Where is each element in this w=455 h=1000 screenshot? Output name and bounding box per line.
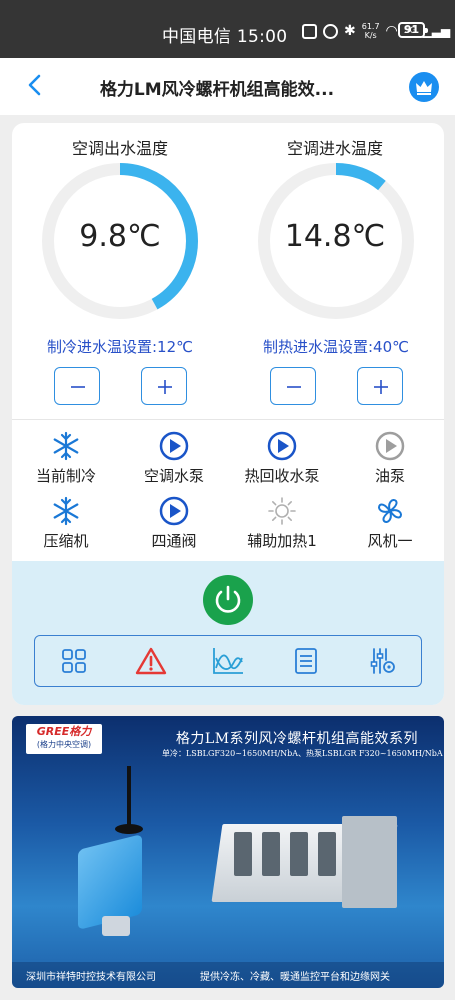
chiller-fan-image xyxy=(262,832,280,876)
banner-subtitle: 单冷：LSBLGF320~1650MH/NbA、热泵LSBLGR F320~16… xyxy=(162,749,443,758)
settings-sliders-icon xyxy=(370,648,395,674)
chevron-left-icon xyxy=(28,74,41,96)
control-panel xyxy=(12,561,444,705)
plus-icon xyxy=(158,380,172,394)
snowflake-icon xyxy=(53,431,79,461)
brand-subtitle: (格力中央空调) xyxy=(36,740,92,749)
nfc-icon xyxy=(302,23,317,39)
page-title: 格力LM风冷螺杆机组高能效... xyxy=(99,80,335,100)
net-speed-value: 61.7 xyxy=(361,22,380,31)
app-header: 格力LM风冷螺杆机组高能效... xyxy=(0,58,455,115)
status-fan-1: 风机一 xyxy=(340,496,440,551)
outlet-temp-title: 空调出水温度 xyxy=(71,139,168,158)
status-bar: 中国电信 15:00 ✱ 61.7 K/s ◠ 5G ▁▃▅ 91 xyxy=(0,0,455,58)
status-compressor: 压缩机 xyxy=(16,496,116,551)
alarm-clock-icon xyxy=(323,23,338,39)
status-oil-pump: 油泵 xyxy=(340,431,440,486)
battery-level: 91 xyxy=(403,23,420,36)
status-label: 热回收水泵 xyxy=(244,467,320,485)
banner-company: 深圳市祥特时控技术有限公司 xyxy=(26,972,156,983)
heating-increase-button[interactable] xyxy=(357,367,403,405)
carrier-time: 中国电信 15:00 xyxy=(162,27,288,47)
wifi-icon: ◠ xyxy=(385,23,398,39)
minus-icon xyxy=(287,386,301,388)
sun-icon xyxy=(268,497,296,525)
play-icon xyxy=(159,431,189,461)
alarm-button[interactable] xyxy=(135,646,167,676)
cooling-setpoint-label: 制冷进水温设置:12℃ xyxy=(47,338,193,356)
status-label: 当前制冷 xyxy=(35,467,96,485)
divider xyxy=(12,419,444,420)
status-ac-pump: 空调水泵 xyxy=(124,431,224,486)
heating-decrease-button[interactable] xyxy=(270,367,316,405)
parameters-button[interactable] xyxy=(367,646,397,676)
status-cooling: 当前制冷 xyxy=(16,431,116,486)
alarm-icon xyxy=(135,647,167,675)
cooling-decrease-button[interactable] xyxy=(54,367,100,405)
net-speed-unit: K/s xyxy=(364,31,377,40)
chiller-fan-image xyxy=(234,832,252,876)
status-heat-recovery-pump: 热回收水泵 xyxy=(232,431,332,486)
plus-icon xyxy=(374,380,388,394)
heating-setpoint-label: 制热进水温设置:40℃ xyxy=(263,338,409,356)
antenna-base-image xyxy=(115,824,143,834)
back-button[interactable] xyxy=(20,70,50,100)
play-icon xyxy=(159,496,189,526)
play-icon xyxy=(375,431,405,461)
overview-button[interactable] xyxy=(59,646,89,676)
chart-icon xyxy=(213,648,243,674)
toolbar xyxy=(34,635,422,687)
status-label: 空调水泵 xyxy=(143,467,204,485)
gree-logo: GREE格力 (格力中央空调) xyxy=(26,724,102,754)
minus-icon xyxy=(71,386,85,388)
play-icon xyxy=(267,431,297,461)
status-label: 风机一 xyxy=(367,532,413,550)
snowflake-icon xyxy=(53,496,79,526)
outlet-temp-value: 9.8℃ xyxy=(79,219,161,254)
power-icon xyxy=(215,585,241,613)
inlet-temp-title: 空调进水温度 xyxy=(286,139,383,158)
banner-slogan: 提供冷冻、冷藏、暖通监控平台和边缘网关 xyxy=(200,972,390,983)
power-button[interactable] xyxy=(203,575,253,625)
crown-icon xyxy=(416,81,432,95)
chiller-fan-image xyxy=(290,832,308,876)
trend-button[interactable] xyxy=(211,646,243,676)
network-speed: 61.7 K/s xyxy=(362,22,380,40)
list-icon xyxy=(295,648,317,674)
product-banner[interactable]: GREE格力 (格力中央空调) 格力LM系列风冷螺杆机组高能效系列 单冷：LSB… xyxy=(12,716,444,988)
bluetooth-icon: ✱ xyxy=(344,23,356,39)
brand-name: GREE格力 xyxy=(36,725,92,738)
device-card: 空调出水温度 9.8℃ 空调进水温度 14.8℃ 制冷进水温设置:12℃ 制热进… xyxy=(12,123,444,705)
fan-icon xyxy=(378,499,402,523)
status-aux-heater: 辅助加热1 xyxy=(232,496,332,551)
status-four-way-valve: 四通阀 xyxy=(124,496,224,551)
status-label: 油泵 xyxy=(374,467,405,485)
status-label: 四通阀 xyxy=(151,532,197,550)
banner-title: 格力LM系列风冷螺杆机组高能效系列 xyxy=(175,731,419,747)
battery-icon: 91 xyxy=(398,22,428,38)
antenna-image xyxy=(127,766,131,828)
status-label: 辅助加热1 xyxy=(247,532,317,550)
vip-button[interactable] xyxy=(409,72,439,102)
gateway-port-image xyxy=(102,916,130,936)
chiller-cabinet-image xyxy=(342,816,397,908)
chiller-fan-image xyxy=(318,832,336,876)
cooling-increase-button[interactable] xyxy=(141,367,187,405)
records-button[interactable] xyxy=(291,646,321,676)
inlet-temp-value: 14.8℃ xyxy=(284,219,386,254)
status-label: 压缩机 xyxy=(43,532,89,550)
grid-icon xyxy=(62,649,86,673)
